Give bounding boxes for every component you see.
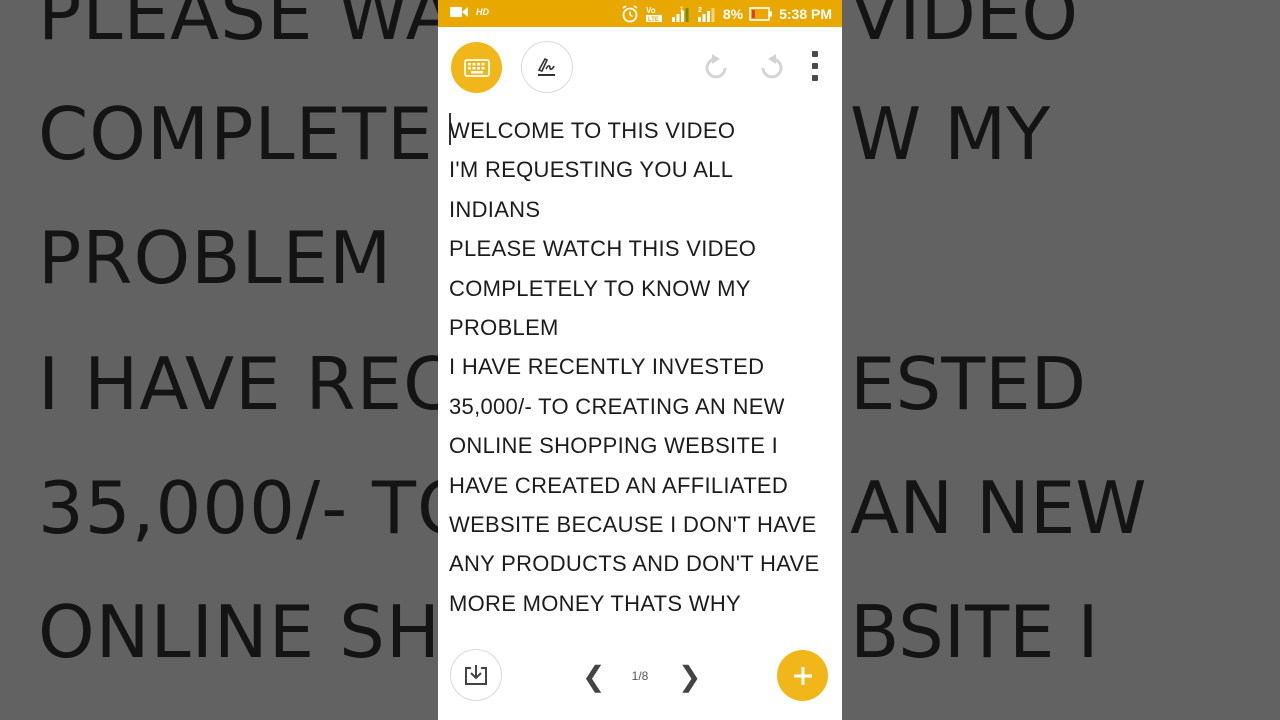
background-text-line: 35,000/- TO <box>38 466 475 550</box>
editor-toolbar <box>438 27 842 107</box>
handwriting-mode-button[interactable] <box>521 41 573 93</box>
dot <box>812 63 818 69</box>
phone-screen: HD Vo LTE 1 2 8% 5:38 PM WELCOME TO THIS… <box>438 0 842 720</box>
note-line: PLEASE WATCH THIS VIDEO <box>449 236 757 262</box>
dot <box>812 75 818 81</box>
note-line: WELCOME TO THIS VIDEO <box>449 118 736 143</box>
hd-badge: HD <box>476 7 489 17</box>
save-button[interactable] <box>450 649 502 701</box>
sim2-label: 2 <box>698 7 702 14</box>
background-text-line: ONLINE SHO <box>38 590 499 674</box>
plus-icon <box>793 666 812 685</box>
background-text-line: PROBLEM <box>38 216 393 300</box>
background-text-line: VIDEO <box>850 0 1079 56</box>
battery-percent: 8% <box>722 6 744 22</box>
signal-sim2-icon: 2 <box>697 7 715 22</box>
keyboard-icon <box>463 58 490 77</box>
note-line: ONLINE SHOPPING WEBSITE I <box>449 433 779 459</box>
save-download-icon <box>465 665 487 685</box>
battery-icon <box>749 7 773 21</box>
volte-icon: Vo LTE <box>645 6 662 23</box>
note-line: ANY PRODUCTS AND DON'T HAVE <box>449 551 820 577</box>
undo-icon[interactable] <box>700 51 734 85</box>
background-text-line: W MY <box>850 92 1051 176</box>
svg-text:LTE: LTE <box>648 17 659 23</box>
status-bar: HD Vo LTE 1 2 8% 5:38 PM <box>438 0 842 27</box>
clock: 5:38 PM <box>779 6 832 22</box>
svg-text:Vo: Vo <box>646 6 656 15</box>
background-text-line: AN NEW <box>850 466 1147 550</box>
background-text-line: PLEASE WA <box>38 0 456 56</box>
note-line: I'M REQUESTING YOU ALL <box>449 157 734 183</box>
previous-page-button[interactable]: ❮ <box>582 660 605 693</box>
note-line: PROBLEM <box>449 315 559 341</box>
note-line: I HAVE RECENTLY INVESTED <box>449 354 765 380</box>
note-line: WEBSITE BECAUSE I DON'T HAVE <box>449 512 817 538</box>
status-right: Vo LTE 1 2 8% 5:38 PM <box>621 5 832 23</box>
keyboard-mode-button[interactable] <box>451 42 502 93</box>
note-line: HAVE CREATED AN AFFILIATED <box>449 472 789 498</box>
note-line: INDIANS <box>449 196 541 222</box>
page-indicator: 1/8 <box>631 669 649 683</box>
signal-sim1-icon: 1 <box>671 7 689 22</box>
add-page-button[interactable] <box>777 650 828 701</box>
background-text-line: COMPLETE <box>38 92 434 176</box>
next-page-button[interactable]: ❯ <box>678 660 701 693</box>
note-line: COMPLETELY TO KNOW MY <box>449 275 751 301</box>
note-line: 35,000/- TO CREATING AN NEW <box>449 393 785 419</box>
background-text-line: BSITE I <box>850 590 1099 674</box>
note-editor[interactable]: WELCOME TO THIS VIDEO I'M REQUESTING YOU… <box>449 111 837 623</box>
handwriting-icon <box>537 57 555 76</box>
status-left: HD <box>450 6 489 18</box>
background-text-line: I HAVE REC <box>38 342 455 426</box>
more-vertical-icon[interactable] <box>808 51 822 81</box>
video-camera-icon <box>450 7 468 17</box>
background-text-line: ESTED <box>850 342 1087 426</box>
dot <box>812 51 818 57</box>
redo-icon[interactable] <box>754 51 788 85</box>
page-navigation-bar: ❮ 1/8 ❯ <box>438 640 842 720</box>
alarm-icon <box>622 5 638 23</box>
note-line: MORE MONEY THATS WHY <box>449 590 742 616</box>
